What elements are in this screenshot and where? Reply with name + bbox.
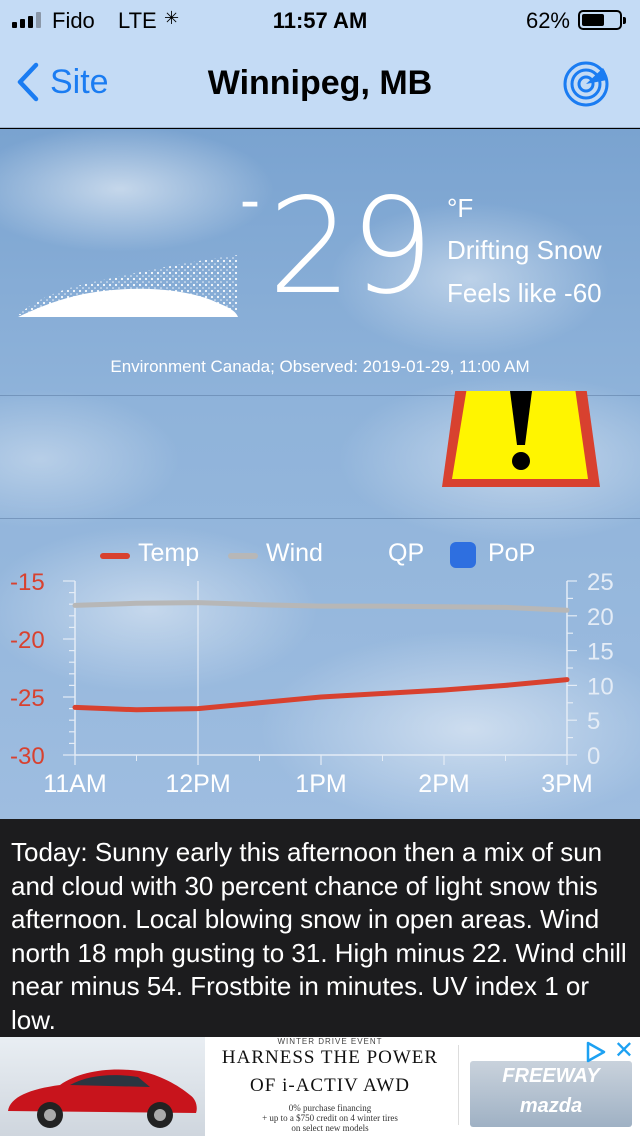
x-tick-label: 3PM xyxy=(541,770,592,798)
pop-legend-label: PoP xyxy=(488,539,536,567)
ad-fine-line: + up to a $750 credit on 4 winter tires xyxy=(262,1113,398,1123)
right-tick-label: 0 xyxy=(587,743,600,770)
temperature-value: 29 xyxy=(268,170,434,324)
x-tick-label: 1PM xyxy=(295,770,346,798)
battery-icon xyxy=(578,10,626,30)
x-tick-label: 2PM xyxy=(418,770,469,798)
left-tick-label: -30 xyxy=(10,743,45,770)
radar-icon[interactable] xyxy=(562,60,610,108)
ad-car-image xyxy=(0,1037,205,1136)
left-tick-label: -20 xyxy=(10,627,45,654)
right-tick-label: 15 xyxy=(587,639,614,666)
warning-icon[interactable] xyxy=(438,391,604,495)
divider xyxy=(0,518,640,519)
drifting-snow-icon xyxy=(18,255,238,317)
observation-source: Environment Canada; Observed: 2019-01-29… xyxy=(110,357,530,376)
page-title: Winnipeg, MB xyxy=(207,64,433,102)
temp-legend-label: Temp xyxy=(138,539,200,567)
ad-banner[interactable]: WINTER DRIVE EVENT HARNESS THE POWER OF … xyxy=(0,1037,640,1136)
divider xyxy=(458,1045,459,1125)
ad-fine-line: 0% purchase financing xyxy=(288,1103,372,1113)
left-tick-label: -15 xyxy=(10,569,45,596)
forecast-text: Today: Sunny early this afternoon then a… xyxy=(0,819,640,1037)
wind-legend-swatch xyxy=(228,553,258,559)
dealer-name: FREEWAY xyxy=(502,1065,600,1087)
ad-fine-print: 0% purchase financing + up to a $750 cre… xyxy=(205,1103,455,1133)
status-bar: Fido LTE ✳ 11:57 AM 62% xyxy=(0,0,640,40)
temperature-sign: - xyxy=(240,166,260,233)
ad-subheadline: OF i-ACTIV AWD xyxy=(250,1075,410,1096)
right-tick-label: 10 xyxy=(587,673,614,700)
feels-like: Feels like -60 xyxy=(447,278,602,308)
close-ad-button[interactable]: ✕ xyxy=(614,1039,634,1063)
ad-fine-line: on select new models xyxy=(291,1123,369,1133)
x-tick-label: 12PM xyxy=(165,770,230,798)
wind-series-line xyxy=(72,600,570,613)
battery-percentage: 62% xyxy=(525,8,570,33)
qp-legend-label: QP xyxy=(388,539,425,567)
right-tick-label: 5 xyxy=(587,708,600,735)
right-tick-label: 25 xyxy=(587,569,614,596)
chart-legend: Temp Wind QP PoP xyxy=(0,537,640,573)
temp-series-line xyxy=(72,677,570,713)
hourly-chart: -15 -20 -25 -30 25 20 15 10 5 0 11AM 12PM 1PM 2PM 3PM xyxy=(10,569,614,798)
dealer-brand: mazda xyxy=(519,1095,583,1117)
ad-event: WINTER DRIVE EVENT xyxy=(277,1037,383,1046)
pop-legend-swatch xyxy=(450,542,476,568)
adchoices-icon[interactable] xyxy=(584,1041,606,1063)
x-tick-label: 11AM xyxy=(43,770,106,798)
right-tick-label: 20 xyxy=(587,604,614,631)
temperature-unit: °F xyxy=(447,193,474,223)
ad-headline: HARNESS THE POWER xyxy=(221,1047,439,1068)
weather-panel: - 29 °F Drifting Snow Feels like -60 Env… xyxy=(0,129,640,819)
navigation-bar: Site Winnipeg, MB xyxy=(0,40,640,128)
temp-legend-swatch xyxy=(100,553,130,559)
dealer-logo: FREEWAY mazda xyxy=(470,1061,632,1127)
condition-text: Drifting Snow xyxy=(447,235,602,265)
wind-legend-label: Wind xyxy=(266,539,323,567)
left-tick-label: -25 xyxy=(10,685,45,712)
